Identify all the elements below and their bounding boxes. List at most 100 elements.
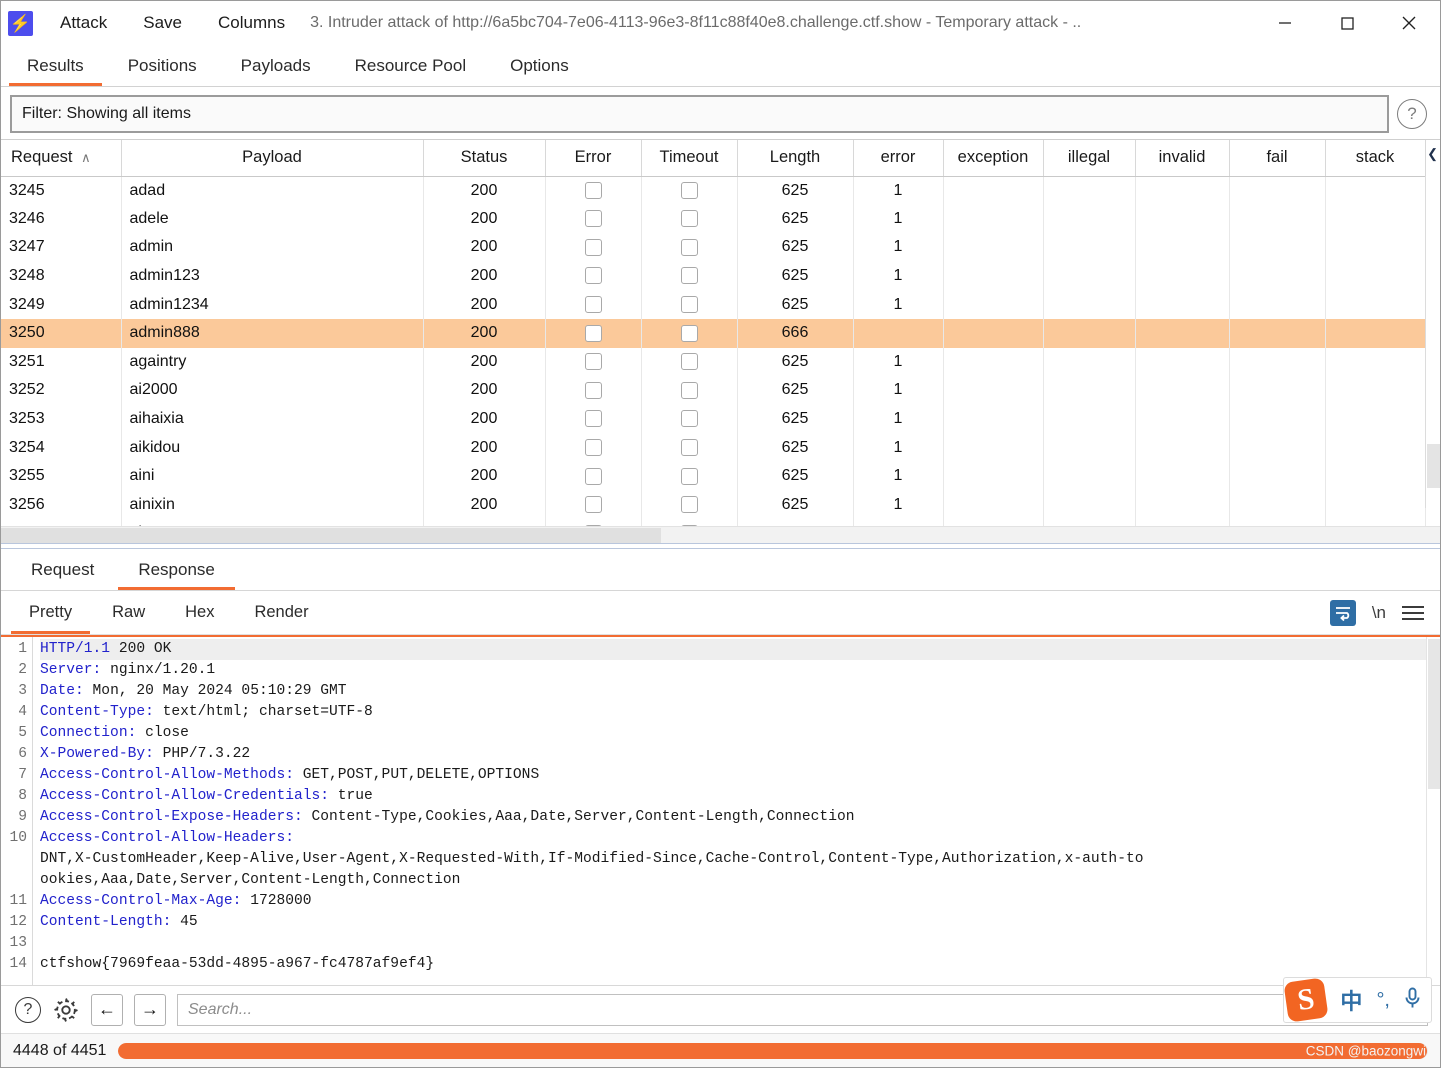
response-vertical-scrollbar[interactable] xyxy=(1426,637,1440,985)
checkbox-icon[interactable] xyxy=(584,238,602,256)
cell-timeout-checkbox[interactable] xyxy=(641,204,738,234)
table-row[interactable]: 3257ale5xan7200 6251 xyxy=(1,519,1426,526)
table-row[interactable]: 3247 admin 200 625 1 xyxy=(1,233,1426,262)
col-status[interactable]: Status xyxy=(423,140,546,177)
menu-save[interactable]: Save xyxy=(134,9,191,37)
tab-results[interactable]: Results xyxy=(5,45,106,86)
close-button[interactable] xyxy=(1378,1,1440,45)
checkbox-icon[interactable] xyxy=(584,467,602,485)
checkbox-icon[interactable] xyxy=(584,496,602,514)
search-input[interactable]: Search... xyxy=(177,993,1428,1026)
cell-error-checkbox[interactable] xyxy=(545,204,642,234)
col-timeout[interactable]: Timeout xyxy=(641,140,738,177)
checkbox-icon[interactable] xyxy=(680,410,698,428)
checkbox-icon[interactable] xyxy=(584,210,602,228)
checkbox-icon[interactable] xyxy=(680,381,698,399)
checkbox-icon[interactable] xyxy=(680,353,698,371)
search-help-icon[interactable]: ? xyxy=(15,996,41,1023)
col-payload[interactable]: Payload xyxy=(121,140,424,177)
checkbox-icon[interactable] xyxy=(680,210,698,228)
cell-error-checkbox[interactable] xyxy=(545,347,642,377)
tab-raw[interactable]: Raw xyxy=(92,591,165,634)
col-length[interactable]: Length xyxy=(737,140,854,177)
table-row[interactable]: 3250 admin888 200 666 xyxy=(1,318,1426,348)
results-horizontal-scrollbar[interactable] xyxy=(1,526,1440,543)
cell-error-checkbox[interactable] xyxy=(545,490,642,520)
cell-error-checkbox[interactable] xyxy=(545,261,642,291)
col-grep-stack[interactable]: stack xyxy=(1325,140,1426,177)
tab-payloads[interactable]: Payloads xyxy=(219,45,333,86)
results-vertical-scrollbar[interactable]: ❮ xyxy=(1425,146,1440,508)
cell-error-checkbox[interactable] xyxy=(545,461,642,491)
cell-timeout-checkbox[interactable] xyxy=(641,347,738,377)
checkbox-icon[interactable] xyxy=(584,410,602,428)
checkbox-icon[interactable] xyxy=(680,496,698,514)
http-response-viewer[interactable]: 1 2 3 4 5 6 7 8 9 10 11 12 13 14 HTTP/1.1 200 OK Serve… xyxy=(1,635,1440,985)
table-row[interactable]: 3245 adad 200 625 1 xyxy=(1,176,1426,205)
checkbox-icon[interactable] xyxy=(680,295,698,313)
col-grep-error[interactable]: error xyxy=(853,140,944,177)
menu-columns[interactable]: Columns xyxy=(209,9,294,37)
cell-timeout-checkbox[interactable] xyxy=(641,176,738,205)
cell-timeout-checkbox[interactable] xyxy=(641,404,738,434)
newline-toggle-icon[interactable]: \n xyxy=(1372,603,1386,623)
tab-request[interactable]: Request xyxy=(9,549,116,590)
ime-language-toggle[interactable]: 中 xyxy=(1340,984,1362,1016)
menu-attack[interactable]: Attack xyxy=(51,9,116,37)
filter-bar[interactable]: Filter: Showing all items xyxy=(10,95,1389,133)
table-row[interactable]: 3253 aihaixia 200 625 1 xyxy=(1,404,1426,434)
table-row[interactable]: 3252 ai2000 200 625 1 xyxy=(1,376,1426,405)
table-row[interactable]: 3256 ainixin 200 625 1 xyxy=(1,490,1426,520)
tab-options[interactable]: Options xyxy=(488,45,591,86)
tab-render[interactable]: Render xyxy=(234,591,328,634)
cell-error-checkbox[interactable] xyxy=(545,404,642,434)
col-grep-invalid[interactable]: invalid xyxy=(1135,140,1230,177)
maximize-button[interactable] xyxy=(1316,1,1378,45)
checkbox-icon[interactable] xyxy=(680,267,698,285)
help-icon[interactable]: ? xyxy=(1397,99,1427,129)
cell-timeout-checkbox[interactable] xyxy=(641,433,738,462)
col-request[interactable]: Request ∧ xyxy=(1,140,122,177)
col-grep-exception[interactable]: exception xyxy=(943,140,1044,177)
cell-timeout-checkbox[interactable] xyxy=(641,376,738,405)
gear-icon[interactable] xyxy=(52,996,80,1024)
table-row[interactable]: 3251 againtry 200 625 1 xyxy=(1,347,1426,377)
cell-timeout-checkbox[interactable] xyxy=(641,261,738,291)
cell-error-checkbox[interactable] xyxy=(545,376,642,405)
table-row[interactable]: 3249 admin1234 200 625 1 xyxy=(1,290,1426,319)
cell-error-checkbox[interactable] xyxy=(545,433,642,462)
checkbox-icon[interactable] xyxy=(584,324,602,342)
search-prev-button[interactable]: ← xyxy=(91,993,123,1026)
results-hscroll-thumb[interactable] xyxy=(1,528,661,543)
tab-hex[interactable]: Hex xyxy=(165,591,234,634)
response-code-area[interactable]: HTTP/1.1 200 OK Server: nginx/1.20.1 Date:… xyxy=(33,637,1440,985)
col-grep-illegal[interactable]: illegal xyxy=(1043,140,1136,177)
checkbox-icon[interactable] xyxy=(680,181,698,199)
response-menu-icon[interactable] xyxy=(1402,605,1424,620)
cell-error-checkbox[interactable] xyxy=(545,176,642,205)
col-grep-fail[interactable]: fail xyxy=(1229,140,1326,177)
ime-punctuation-toggle[interactable]: °, xyxy=(1376,989,1390,1012)
checkbox-icon[interactable] xyxy=(680,438,698,456)
table-row[interactable]: 3248 admin123 200 625 1 xyxy=(1,261,1426,291)
checkbox-icon[interactable] xyxy=(584,267,602,285)
checkbox-icon[interactable] xyxy=(584,295,602,313)
scroll-up-icon[interactable]: ❮ xyxy=(1427,146,1438,162)
cell-timeout-checkbox[interactable] xyxy=(641,233,738,262)
checkbox-icon[interactable] xyxy=(584,438,602,456)
tab-pretty[interactable]: Pretty xyxy=(9,591,92,634)
cell-error-checkbox[interactable] xyxy=(545,318,642,348)
cell-timeout-checkbox[interactable] xyxy=(641,519,738,526)
response-vscroll-thumb[interactable] xyxy=(1428,639,1440,789)
checkbox-icon[interactable] xyxy=(680,324,698,342)
sogou-logo-icon[interactable]: S xyxy=(1283,977,1330,1023)
cell-error-checkbox[interactable] xyxy=(545,519,642,526)
table-row[interactable]: 3255 aini 200 625 1 xyxy=(1,461,1426,491)
cell-timeout-checkbox[interactable] xyxy=(641,461,738,491)
search-next-button[interactable]: → xyxy=(134,993,166,1026)
col-error[interactable]: Error xyxy=(545,140,642,177)
microphone-icon[interactable] xyxy=(1404,987,1421,1014)
cell-timeout-checkbox[interactable] xyxy=(641,290,738,319)
cell-timeout-checkbox[interactable] xyxy=(641,490,738,520)
tab-resource-pool[interactable]: Resource Pool xyxy=(333,45,489,86)
